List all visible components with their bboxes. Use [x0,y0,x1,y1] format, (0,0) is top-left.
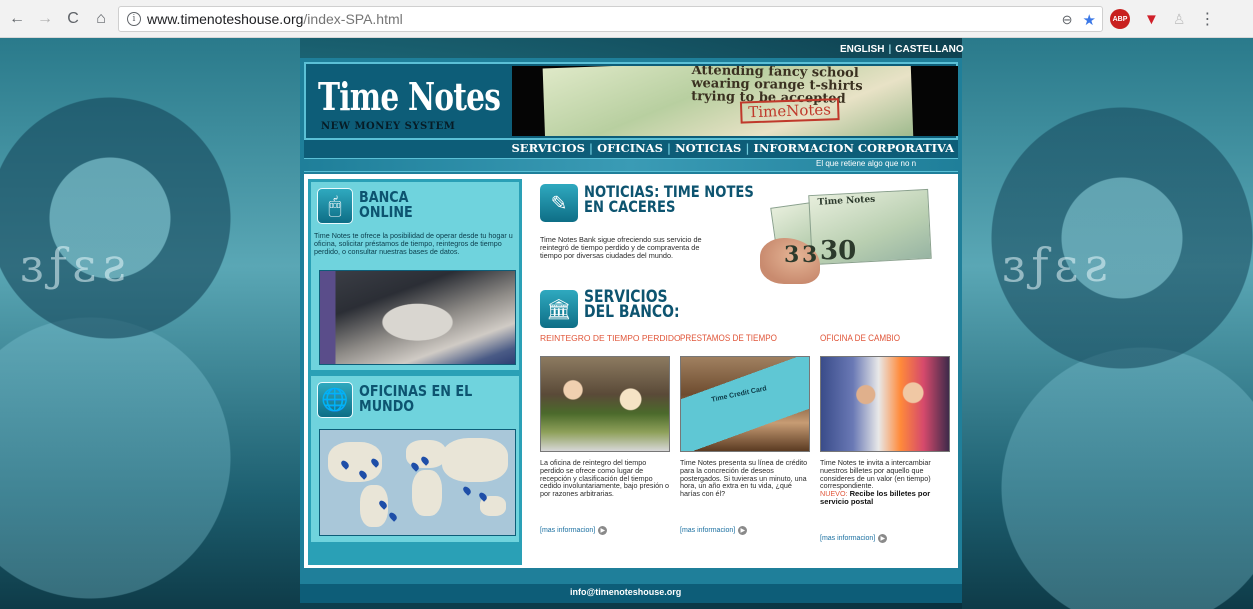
header-banner: Attending fancy school wearing orange t-… [512,66,958,136]
logo-subtitle: NEW MONEY SYSTEM [321,121,456,132]
footer-band [304,570,958,584]
browser-toolbar: ← → C ⌂ i www.timenoteshouse.org/index-S… [0,0,1253,38]
site-header: Time Notes NEW MONEY SYSTEM Attending fa… [304,62,958,140]
back-icon[interactable]: ← [6,8,28,30]
news-ticker: El que retiene algo que no n [304,158,958,172]
content-area: 🖱 BANCA ONLINE Time Notes te ofrece la po… [304,174,958,568]
bill-number: 30 [820,236,857,266]
service-photo-prestamos[interactable]: Time Credit Card [680,356,810,452]
extension-icon[interactable]: ♙ [1173,11,1186,28]
info-icon[interactable]: i [127,12,141,26]
bill-label: Time Notes [817,194,876,208]
news-pen-icon: ✎ [540,184,578,222]
bill-number: 3 [802,242,818,268]
nav-noticias[interactable]: NOTICIAS [671,141,745,155]
more-info-link-reintegro[interactable]: [mas informacion] ▶ [540,526,608,535]
nav-oficinas[interactable]: OFICINAS [593,141,667,155]
url-domain: www.timenoteshouse.org [147,11,304,27]
bill-number: 3 [784,242,800,268]
play-icon[interactable]: ▶ [878,534,888,543]
footer-email-link[interactable]: info@timenoteshouse.org [570,587,681,597]
site-container: Time Notes NEW MONEY SYSTEM Attending fa… [300,58,962,603]
lang-english-link[interactable]: ENGLISH [840,44,884,55]
service-text-prestamos: Time Notes presenta su línea de crédito … [680,458,808,499]
ticker-text: El que retiene algo que no n [816,159,917,168]
mouse-icon: 🖱 [317,188,353,224]
service-head-prestamos[interactable]: PRESTAMOS DE TIEMPO [680,334,777,343]
laptop-photo[interactable] [319,270,516,365]
nav-informacion-corporativa[interactable]: INFORMACION CORPORATIVA [750,141,958,155]
background-ornament-text: ɜƒɛƨ [1002,238,1114,292]
banca-title: BANCA ONLINE [359,188,413,221]
shield-extension-icon[interactable]: ▼ [1144,11,1159,28]
forward-icon[interactable]: → [34,8,56,30]
more-info-link-prestamos[interactable]: [mas informacion] ▶ [680,526,748,535]
banca-text: Time Notes te ofrece la posibilidad de o… [314,231,513,256]
service-text-reintegro: La oficina de reintegro del tiempo perdi… [540,458,670,499]
reload-icon[interactable]: C [62,8,84,30]
money-photo[interactable]: Time Notes 3 3 30 [754,188,942,284]
banknote-image: Attending fancy school wearing orange t-… [542,66,914,136]
oficinas-title: OFICINAS EN EL MUNDO [359,382,473,415]
zoom-icon[interactable]: ⊖ [1062,12,1073,28]
language-switcher: ENGLISH | CASTELLANO [840,44,964,55]
world-map[interactable] [319,429,516,536]
adblock-icon[interactable]: ABP [1110,9,1130,29]
more-info-link-cambio[interactable]: [mas informacion] ▶ [820,534,888,543]
noticias-title[interactable]: NOTICIAS: TIME NOTES EN CACERES [584,184,754,215]
service-photo-cambio[interactable] [820,356,950,452]
service-head-cambio[interactable]: OFICINA DE CAMBIO [820,334,900,343]
bank-building-icon: 🏛 [540,290,578,328]
service-head-reintegro[interactable]: REINTEGRO DE TIEMPO PERDIDO [540,334,690,343]
right-column: ✎ NOTICIAS: TIME NOTES EN CACERES Time No… [536,174,958,568]
left-column: 🖱 BANCA ONLINE Time Notes te ofrece la po… [308,179,522,565]
noticias-text: Time Notes Bank sigue ofreciendo sus ser… [540,235,702,260]
bookmark-star-icon[interactable]: ★ [1083,11,1096,29]
servicios-title: SERVICIOS DEL BANCO: [584,287,680,322]
background-right: ɜƒɛƨ [962,38,1253,609]
main-nav: SERVICIOS | OFICINAS | NOTICIAS | INFORMACI… [304,140,958,158]
service-text-cambio: Time Notes te invita a intercambiar nues… [820,458,931,506]
credit-card-label: Time Credit Card [710,385,768,404]
oficinas-box[interactable]: 🌐 OFICINAS EN EL MUNDO [311,376,519,542]
page-background: ɜƒɛƨ ɜƒɛƨ ENGLISH | CASTELLANO Time Notes … [0,38,1253,609]
menu-icon[interactable]: ⋮ [1199,9,1215,29]
service-photo-reintegro[interactable] [540,356,670,452]
address-bar[interactable]: i www.timenoteshouse.org/index-SPA.html … [118,6,1103,32]
globe-icon: 🌐 [317,382,353,418]
lang-castellano-link[interactable]: CASTELLANO [895,44,963,55]
site-footer: info@timenoteshouse.org [300,584,962,603]
map-pin-icon[interactable] [387,511,399,522]
play-icon[interactable]: ▶ [598,526,608,535]
background-ornament-text: ɜƒɛƨ [20,238,132,292]
background-left: ɜƒɛƨ [0,38,300,609]
url-path: /index-SPA.html [303,11,403,27]
banca-online-box[interactable]: 🖱 BANCA ONLINE Time Notes te ofrece la po… [311,182,519,370]
logo-title[interactable]: Time Notes [318,74,501,119]
banner-stamp: TimeNotes [739,98,840,124]
map-pin-icon[interactable] [461,485,473,496]
home-icon[interactable]: ⌂ [90,8,112,30]
play-icon[interactable]: ▶ [738,526,748,535]
nav-servicios[interactable]: SERVICIOS [508,141,589,155]
